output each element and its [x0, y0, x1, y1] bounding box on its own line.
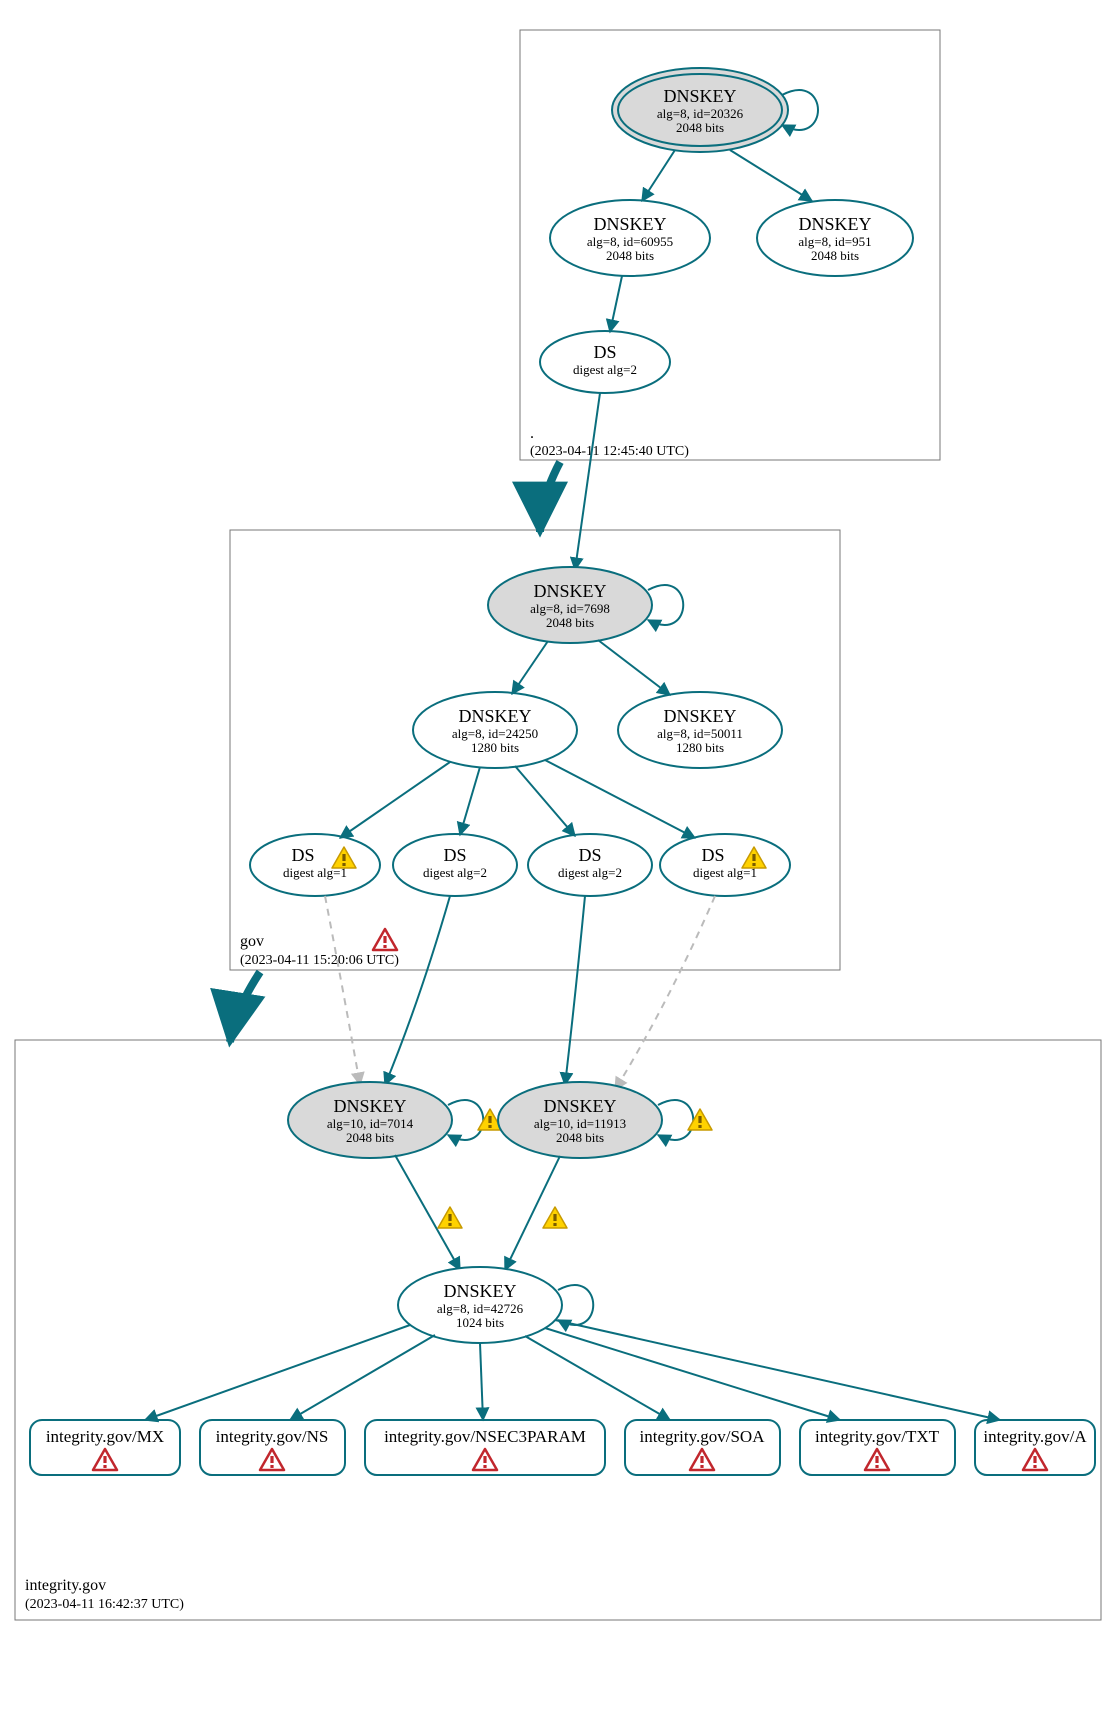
dnssec-diagram: . (2023-04-11 12:45:40 UTC) gov (2023-04… [0, 0, 1116, 1724]
edge [610, 276, 622, 332]
svg-text:alg=10, id=7014: alg=10, id=7014 [327, 1116, 414, 1131]
svg-text:DS: DS [291, 845, 314, 865]
node-gov-ds4: DS digest alg=1 [660, 834, 790, 896]
zone-label-gov: gov [240, 933, 264, 950]
node-gov-ds2: DS digest alg=2 [393, 834, 517, 896]
svg-text:alg=8, id=7698: alg=8, id=7698 [530, 601, 610, 616]
svg-text:DNSKEY: DNSKEY [663, 706, 736, 726]
edge [340, 762, 450, 838]
svg-text:integrity.gov/NS: integrity.gov/NS [216, 1427, 329, 1446]
rr-mx: integrity.gov/MX [30, 1420, 180, 1475]
edge [480, 1343, 483, 1420]
edge [565, 896, 585, 1085]
svg-text:digest alg=2: digest alg=2 [558, 865, 622, 880]
node-gov-ksk: DNSKEY alg=8, id=7698 2048 bits [488, 567, 683, 643]
svg-text:alg=8, id=50011: alg=8, id=50011 [657, 726, 743, 741]
node-int-zsk: DNSKEY alg=8, id=42726 1024 bits [398, 1267, 593, 1343]
svg-text:integrity.gov/A: integrity.gov/A [983, 1427, 1087, 1446]
svg-text:DS: DS [443, 845, 466, 865]
svg-text:1280 bits: 1280 bits [676, 740, 724, 755]
node-root-zsk2: DNSKEY alg=8, id=951 2048 bits [757, 200, 913, 276]
rr-txt: integrity.gov/TXT [800, 1420, 955, 1475]
node-int-ksk1: DNSKEY alg=10, id=7014 2048 bits [288, 1082, 483, 1158]
zone-arrow-gov-to-integrity [230, 972, 260, 1042]
svg-text:2048 bits: 2048 bits [346, 1130, 394, 1145]
edge-dashed [325, 896, 360, 1085]
edge [460, 767, 480, 835]
svg-text:1280 bits: 1280 bits [471, 740, 519, 755]
svg-text:integrity.gov/TXT: integrity.gov/TXT [815, 1427, 940, 1446]
node-gov-ds1: DS digest alg=1 [250, 834, 380, 896]
svg-text:2048 bits: 2048 bits [811, 248, 859, 263]
node-gov-zsk2: DNSKEY alg=8, id=50011 1280 bits [618, 692, 782, 768]
svg-text:alg=8, id=24250: alg=8, id=24250 [452, 726, 538, 741]
svg-text:DNSKEY: DNSKEY [458, 706, 531, 726]
svg-text:2048 bits: 2048 bits [676, 120, 724, 135]
error-icon [373, 929, 397, 950]
svg-text:DNSKEY: DNSKEY [533, 581, 606, 601]
warning-icon [543, 1207, 567, 1228]
edge [642, 150, 675, 201]
svg-text:alg=8, id=951: alg=8, id=951 [798, 234, 871, 249]
zone-arrow-root-to-gov [540, 462, 560, 532]
edge [290, 1335, 435, 1420]
svg-text:DNSKEY: DNSKEY [443, 1281, 516, 1301]
edge [575, 393, 600, 570]
svg-text:DNSKEY: DNSKEY [663, 86, 736, 106]
svg-text:alg=8, id=42726: alg=8, id=42726 [437, 1301, 524, 1316]
rr-soa: integrity.gov/SOA [625, 1420, 780, 1475]
edge [525, 1336, 670, 1420]
node-gov-ds3: DS digest alg=2 [528, 834, 652, 896]
svg-text:integrity.gov/SOA: integrity.gov/SOA [640, 1427, 766, 1446]
svg-text:DNSKEY: DNSKEY [798, 214, 871, 234]
node-gov-zsk1: DNSKEY alg=8, id=24250 1280 bits [413, 692, 577, 768]
edge [515, 766, 575, 836]
svg-text:DS: DS [578, 845, 601, 865]
zone-ts-integrity: (2023-04-11 16:42:37 UTC) [25, 1597, 184, 1612]
node-root-zsk1: DNSKEY alg=8, id=60955 2048 bits [550, 200, 710, 276]
zone-ts-gov: (2023-04-11 15:20:06 UTC) [240, 953, 399, 968]
svg-text:alg=8, id=60955: alg=8, id=60955 [587, 234, 673, 249]
svg-text:digest alg=2: digest alg=2 [573, 362, 637, 377]
rr-nsec3param: integrity.gov/NSEC3PARAM [365, 1420, 605, 1475]
edge-dashed [615, 896, 715, 1090]
svg-text:DS: DS [701, 845, 724, 865]
zone-ts-root: (2023-04-11 12:45:40 UTC) [530, 444, 689, 459]
svg-text:integrity.gov/MX: integrity.gov/MX [46, 1427, 164, 1446]
svg-text:DNSKEY: DNSKEY [543, 1096, 616, 1116]
svg-text:2048 bits: 2048 bits [556, 1130, 604, 1145]
zone-label-integrity: integrity.gov [25, 1577, 106, 1594]
svg-text:DNSKEY: DNSKEY [333, 1096, 406, 1116]
svg-text:1024 bits: 1024 bits [456, 1315, 504, 1330]
svg-text:DNSKEY: DNSKEY [593, 214, 666, 234]
node-int-ksk2: DNSKEY alg=10, id=11913 2048 bits [498, 1082, 693, 1158]
node-root-ds: DS digest alg=2 [540, 331, 670, 393]
svg-text:integrity.gov/NSEC3PARAM: integrity.gov/NSEC3PARAM [384, 1427, 586, 1446]
edge [512, 641, 548, 694]
edge [555, 1320, 1000, 1420]
rr-ns: integrity.gov/NS [200, 1420, 345, 1475]
edge [730, 150, 812, 201]
svg-text:alg=10, id=11913: alg=10, id=11913 [534, 1116, 626, 1131]
zone-label-root: . [530, 425, 534, 442]
node-root-ksk: DNSKEY alg=8, id=20326 2048 bits [612, 68, 818, 152]
svg-text:alg=8, id=20326: alg=8, id=20326 [657, 106, 744, 121]
svg-text:2048 bits: 2048 bits [606, 248, 654, 263]
edge [385, 896, 450, 1085]
svg-text:DS: DS [593, 342, 616, 362]
svg-text:2048 bits: 2048 bits [546, 615, 594, 630]
warning-icon [438, 1207, 462, 1228]
svg-text:digest alg=2: digest alg=2 [423, 865, 487, 880]
rr-a: integrity.gov/A [975, 1420, 1095, 1475]
edge [598, 640, 670, 695]
